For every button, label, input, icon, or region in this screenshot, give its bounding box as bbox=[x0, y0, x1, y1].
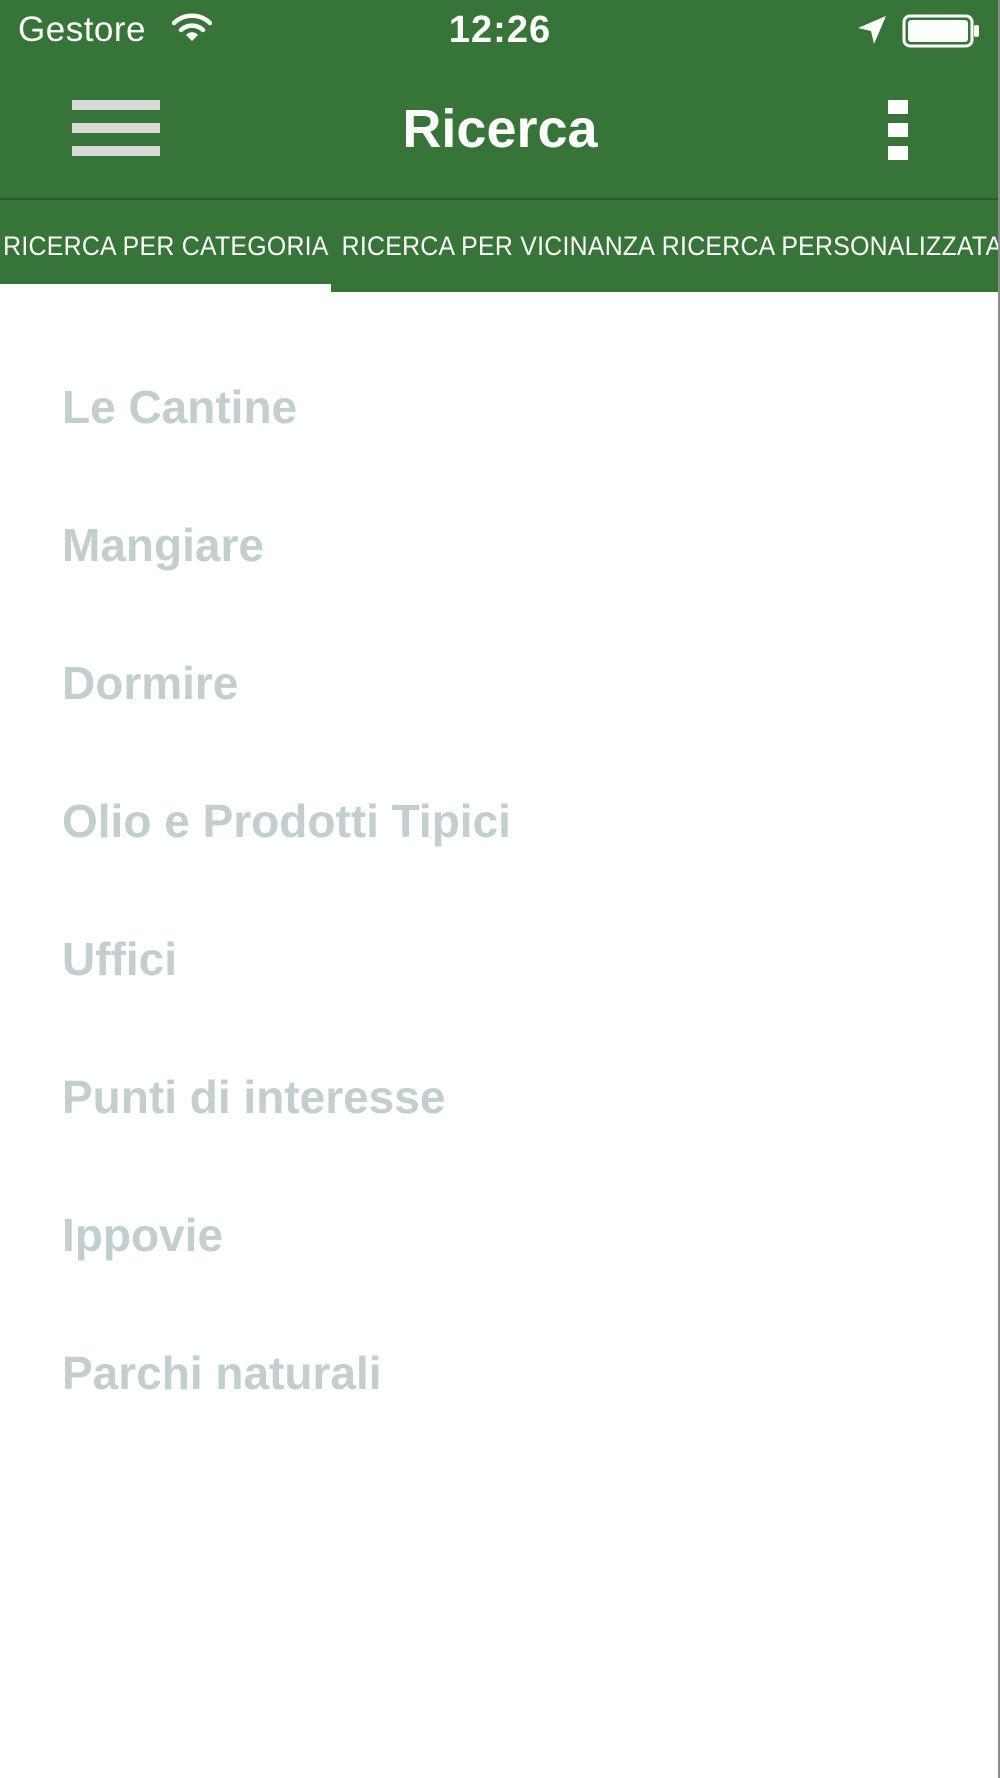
app-screen: Gestore 12:26 Ricerca RICERCA PER CATEGO… bbox=[0, 0, 1000, 1778]
category-item-olio-e-prodotti-tipici[interactable]: Olio e Prodotti Tipici bbox=[0, 752, 998, 890]
tab-ricerca-personalizzata[interactable]: RICERCA PERSONALIZZATA bbox=[662, 200, 1000, 292]
category-item-parchi-naturali[interactable]: Parchi naturali bbox=[0, 1304, 998, 1442]
page-title: Ricerca bbox=[402, 99, 598, 159]
status-time: 12:26 bbox=[448, 9, 552, 51]
category-item-ippovie[interactable]: Ippovie bbox=[0, 1166, 998, 1304]
tab-ricerca-per-vicinanza[interactable]: RICERCA PER VICINANZA bbox=[331, 200, 666, 292]
navigation-bar: Ricerca bbox=[0, 62, 998, 200]
battery-icon bbox=[902, 14, 982, 53]
category-item-punti-di-interesse[interactable]: Punti di interesse bbox=[0, 1028, 998, 1166]
more-vertical-icon[interactable] bbox=[888, 100, 910, 170]
tab-label: RICERCA PERSONALIZZATA bbox=[661, 230, 1000, 261]
status-bar: Gestore 12:26 bbox=[0, 0, 998, 62]
tab-label: RICERCA PER CATEGORIA bbox=[2, 230, 329, 261]
category-item-le-cantine[interactable]: Le Cantine bbox=[0, 338, 998, 476]
location-arrow-icon bbox=[856, 14, 888, 51]
category-item-mangiare[interactable]: Mangiare bbox=[0, 476, 998, 614]
category-item-dormire[interactable]: Dormire bbox=[0, 614, 998, 752]
category-list: Le Cantine Mangiare Dormire Olio e Prodo… bbox=[0, 292, 998, 1442]
tab-label: RICERCA PER VICINANZA bbox=[341, 230, 656, 261]
tab-ricerca-per-categoria[interactable]: RICERCA PER CATEGORIA bbox=[0, 200, 331, 292]
selected-tab-indicator bbox=[0, 284, 331, 292]
search-tab-bar: RICERCA PER CATEGORIA RICERCA PER VICINA… bbox=[0, 200, 1000, 292]
category-item-uffici[interactable]: Uffici bbox=[0, 890, 998, 1028]
